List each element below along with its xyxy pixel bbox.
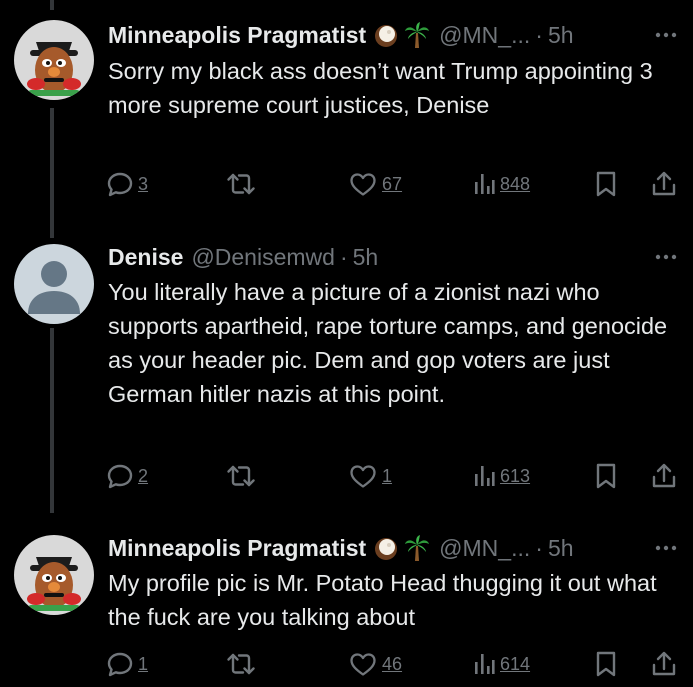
timestamp[interactable]: 5h [548, 533, 574, 563]
reply-count: 2 [138, 465, 149, 486]
views-count: 614 [500, 653, 531, 674]
bookmark-button[interactable] [594, 460, 618, 492]
tweet-text: You literally have a picture of a zionis… [108, 279, 668, 407]
avatar[interactable] [14, 535, 94, 615]
author-name[interactable]: Minneapolis Pragmatist [108, 20, 366, 50]
tweet-text: My profile pic is Mr. Potato Head thuggi… [108, 570, 657, 630]
author-handle[interactable]: @Denisemwd [191, 242, 335, 272]
timestamp[interactable]: 5h [548, 20, 574, 50]
share-button[interactable] [650, 168, 678, 200]
author-name[interactable]: Minneapolis Pragmatist [108, 533, 366, 563]
author-handle[interactable]: @MN_... [439, 20, 530, 50]
like-button[interactable]: 1 [348, 460, 392, 492]
like-count: 67 [382, 173, 403, 194]
thread-connector-line [50, 328, 54, 513]
separator-dot: · [535, 22, 543, 48]
views-count: 848 [500, 173, 531, 194]
palm-tree-emoji-icon [405, 22, 430, 48]
separator-dot: · [339, 244, 348, 270]
views-button[interactable]: 848 [472, 168, 530, 200]
heart-icon [350, 173, 376, 196]
views-button[interactable]: 614 [472, 648, 530, 680]
reply-button[interactable]: 3 [106, 168, 148, 200]
bookmark-icon [596, 171, 616, 197]
timestamp[interactable]: 5h [353, 242, 379, 272]
views-button[interactable]: 613 [472, 460, 530, 492]
bookmark-icon [596, 463, 616, 489]
coconut-emoji-icon [375, 25, 398, 47]
palm-tree-emoji-icon [405, 535, 430, 561]
like-count: 46 [382, 653, 403, 674]
avatar[interactable] [14, 244, 94, 324]
more-button[interactable] [651, 20, 681, 50]
retweet-icon [227, 173, 255, 195]
views-icon [475, 174, 495, 194]
like-count: 1 [382, 465, 393, 486]
thread-connector-line [50, 0, 54, 10]
heart-icon [350, 653, 376, 676]
more-button[interactable] [651, 533, 681, 563]
views-icon [475, 654, 495, 674]
tweet-text: Sorry my black ass doesn’t want Trump ap… [108, 58, 653, 118]
more-icon [655, 32, 677, 38]
separator-dot: · [535, 535, 543, 561]
action-bar: 3 67 848 [106, 168, 681, 200]
mr-potato-head-avatar-icon [14, 20, 94, 100]
action-bar: 1 46 614 [106, 648, 681, 680]
more-icon [655, 545, 677, 551]
more-button[interactable] [651, 242, 681, 272]
retweet-button[interactable] [226, 460, 256, 492]
coconut-emoji-icon [375, 538, 398, 560]
author-handle[interactable]: @MN_... [439, 533, 530, 563]
views-icon [475, 466, 495, 486]
retweet-icon [227, 653, 255, 675]
retweet-icon [227, 465, 255, 487]
tweet-header: Denise @Denisemwd · 5h [108, 242, 681, 272]
heart-icon [350, 465, 376, 488]
share-button[interactable] [650, 460, 678, 492]
more-icon [655, 254, 677, 260]
retweet-button[interactable] [226, 648, 256, 680]
tweet-header: Minneapolis Pragmatist @MN_... · 5h [108, 20, 681, 50]
action-bar: 2 1 613 [106, 460, 681, 492]
default-profile-avatar-icon [14, 244, 94, 324]
thread-connector-line [50, 108, 54, 238]
reply-button[interactable]: 2 [106, 460, 148, 492]
reply-count: 1 [138, 653, 149, 674]
reply-icon [107, 464, 133, 489]
reply-button[interactable]: 1 [106, 648, 148, 680]
mr-potato-head-avatar-icon [14, 535, 94, 615]
reply-icon [107, 172, 133, 197]
like-button[interactable]: 67 [348, 168, 402, 200]
conversation-thread: Minneapolis Pragmatist @MN_... · 5h Sorr… [0, 0, 693, 687]
reply-icon [107, 652, 133, 677]
reply-count: 3 [138, 173, 149, 194]
views-count: 613 [500, 465, 531, 486]
bookmark-icon [596, 651, 616, 677]
tweet-header: Minneapolis Pragmatist @MN_... · 5h [108, 533, 681, 563]
avatar[interactable] [14, 20, 94, 100]
like-button[interactable]: 46 [348, 648, 402, 680]
bookmark-button[interactable] [594, 168, 618, 200]
share-button[interactable] [650, 648, 678, 680]
author-name[interactable]: Denise [108, 242, 183, 272]
retweet-button[interactable] [226, 168, 256, 200]
bookmark-button[interactable] [594, 648, 618, 680]
share-icon [652, 171, 676, 196]
share-icon [652, 651, 676, 676]
share-icon [652, 463, 676, 488]
